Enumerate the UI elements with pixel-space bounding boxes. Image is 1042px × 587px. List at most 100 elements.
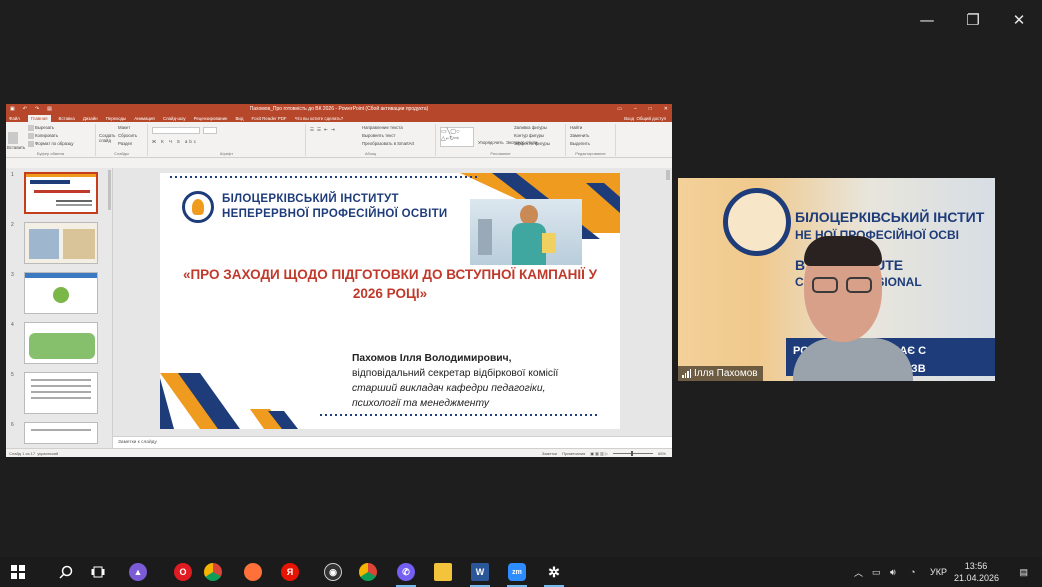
paste-button[interactable]: Вставить [7, 145, 25, 150]
notes-toggle[interactable]: Заметки [542, 451, 557, 456]
arrange-button[interactable]: Упорядочить [478, 140, 504, 145]
tell-me-search[interactable]: Что вы хотите сделать? [295, 116, 344, 121]
zoom-slider[interactable] [612, 451, 653, 456]
shape-outline-button[interactable]: Контур фигуры [514, 133, 544, 138]
brush-icon [28, 141, 34, 147]
tab-design[interactable]: Дизайн [83, 116, 98, 121]
slide-thumbnail-3[interactable] [24, 272, 98, 314]
new-slide-button[interactable]: Создать слайд [99, 133, 115, 143]
students-photo [470, 199, 582, 265]
ribbon-group-clipboard: Вставить Вырезать Копировать Формат по о… [6, 124, 96, 156]
slide-thumbnail-5[interactable] [24, 372, 98, 414]
windows-logo-icon [11, 565, 25, 579]
taskbar-settings[interactable]: ✲ [538, 557, 570, 587]
section-button[interactable]: Раздел [118, 141, 132, 146]
taskbar-viber[interactable]: ✆ [390, 557, 422, 587]
current-slide[interactable]: БІЛОЦЕРКІВСЬКИЙ ІНСТИТУТ НЕПЕРЕРВНОЇ ПРО… [160, 173, 620, 429]
language-indicator[interactable]: украинский [37, 451, 58, 456]
font-format-buttons[interactable]: Ж К Ч S abc [152, 139, 198, 144]
tab-animations[interactable]: Анимация [134, 116, 155, 121]
tab-home[interactable]: Главная [27, 114, 51, 122]
tab-insert[interactable]: Вставка [59, 116, 75, 121]
list-buttons[interactable]: ☰ ☰ ⇤ ⇥ [310, 127, 336, 133]
opera-icon: O [174, 563, 192, 581]
taskbar-chrome-2[interactable] [352, 557, 384, 587]
task-view-button[interactable] [82, 557, 114, 587]
cut-button[interactable]: Вырезать [28, 125, 54, 131]
taskbar-firefox[interactable] [237, 557, 269, 587]
thumb-number: 3 [11, 272, 14, 278]
ribbon-group-font: Ж К Ч S abc Шрифт [148, 124, 306, 156]
tab-transitions[interactable]: Переходы [106, 116, 127, 121]
replace-button[interactable]: Заменить [570, 133, 589, 138]
sign-in-link[interactable]: Вход [624, 116, 634, 121]
view-buttons[interactable]: ▣ ▦ ▥ ▷ [590, 451, 608, 456]
text-direction-button[interactable]: Направление текста [362, 125, 403, 130]
font-size-select[interactable] [203, 127, 217, 134]
ppt-ribbon: Вставить Вырезать Копировать Формат по о… [6, 122, 672, 158]
select-button[interactable]: Выделить [570, 141, 590, 146]
slide-thumbnail-2[interactable] [24, 222, 98, 264]
restore-button[interactable]: ❐ [950, 0, 996, 40]
chrome-icon [359, 563, 377, 581]
volume-icon[interactable]: 🔊︎ [890, 557, 896, 587]
slide-thumbnail-1[interactable] [24, 172, 98, 214]
close-button[interactable]: ✕ [996, 0, 1042, 40]
thumbnail-scrollbar[interactable] [108, 170, 111, 210]
taskbar-app-eye[interactable]: ◉ [317, 557, 349, 587]
zoom-level[interactable]: 65% [658, 451, 666, 456]
ppt-maximize-icon[interactable]: □ [649, 106, 652, 112]
layout-button[interactable]: Макет [118, 125, 130, 130]
taskbar-opera[interactable]: O [167, 557, 199, 587]
tab-view[interactable]: Вид [236, 116, 244, 121]
slide-scrollbar[interactable] [666, 170, 670, 180]
format-painter-button[interactable]: Формат по образцу [28, 141, 74, 147]
participant-name-tag: Ілля Пахомов [678, 366, 763, 381]
tab-review[interactable]: Рецензирование [194, 116, 228, 121]
thumb-number: 1 [11, 172, 14, 178]
speaker-glasses [812, 277, 874, 295]
zoom-window-controls: — ❐ ✕ [904, 0, 1042, 40]
slide-thumbnail-6[interactable] [24, 422, 98, 444]
ppt-close-icon[interactable]: ✕ [664, 106, 668, 112]
copy-button[interactable]: Копировать [28, 133, 58, 139]
background-logo [723, 188, 791, 256]
minimize-button[interactable]: — [904, 0, 950, 40]
start-button[interactable] [2, 557, 34, 587]
tab-file[interactable]: Файл [9, 116, 20, 121]
taskbar-chrome[interactable] [197, 557, 229, 587]
share-button[interactable]: Общий доступ [637, 116, 667, 121]
smartart-button[interactable]: Преобразовать в SmartArt [362, 141, 414, 146]
yandex-browser-icon: Я [281, 563, 299, 581]
search-button[interactable] [50, 557, 82, 587]
tab-slideshow[interactable]: Слайд-шоу [163, 116, 186, 121]
font-name-select[interactable] [152, 127, 200, 134]
align-text-button[interactable]: Выровнять текст [362, 133, 395, 138]
folder-icon [434, 563, 452, 581]
notifications-icon[interactable]: ▤ [1019, 557, 1028, 587]
notes-pane[interactable]: Заметки к слайду [113, 436, 672, 448]
slide-thumbnail-pane: 1 2 3 4 5 6 [6, 168, 113, 448]
system-clock[interactable]: 13:56 21.04.2026 [954, 560, 999, 584]
slide-thumbnail-4[interactable] [24, 322, 98, 364]
find-button[interactable]: Найти [570, 125, 582, 130]
keyboard-language[interactable]: УКР [930, 557, 947, 587]
battery-icon[interactable]: ▭ [872, 557, 881, 587]
reset-button[interactable]: Сбросить [118, 133, 137, 138]
taskbar-zoom[interactable]: zm [501, 557, 533, 587]
network-icon[interactable]: ◔ [910, 557, 915, 587]
participant-video[interactable]: БІЛОЦЕРКІВСЬКИЙ ІНСТИТ НЕ НОЇ ПРОФЕСІЙНО… [678, 178, 995, 381]
shape-fill-button[interactable]: Заливка фигуры [514, 125, 547, 130]
shape-effects-button[interactable]: Эффекты фигуры [514, 141, 550, 146]
tray-overflow-icon[interactable]: ︿ [854, 557, 863, 587]
taskbar-app-1[interactable]: ▲ [122, 557, 154, 587]
chrome-icon [204, 563, 222, 581]
taskbar-word[interactable]: W [464, 557, 496, 587]
ppt-minimize-icon[interactable]: – [634, 106, 637, 112]
ppt-ribbon-options-icon[interactable]: ▭ [617, 106, 622, 112]
shapes-gallery[interactable]: ▭╲▢○ △⌐↻⇨ [440, 127, 474, 147]
tab-foxit[interactable]: Foxit Reader PDF [251, 116, 286, 121]
comments-toggle[interactable]: Примечания [562, 451, 585, 456]
taskbar-explorer[interactable] [427, 557, 459, 587]
taskbar-yandex[interactable]: Я [274, 557, 306, 587]
